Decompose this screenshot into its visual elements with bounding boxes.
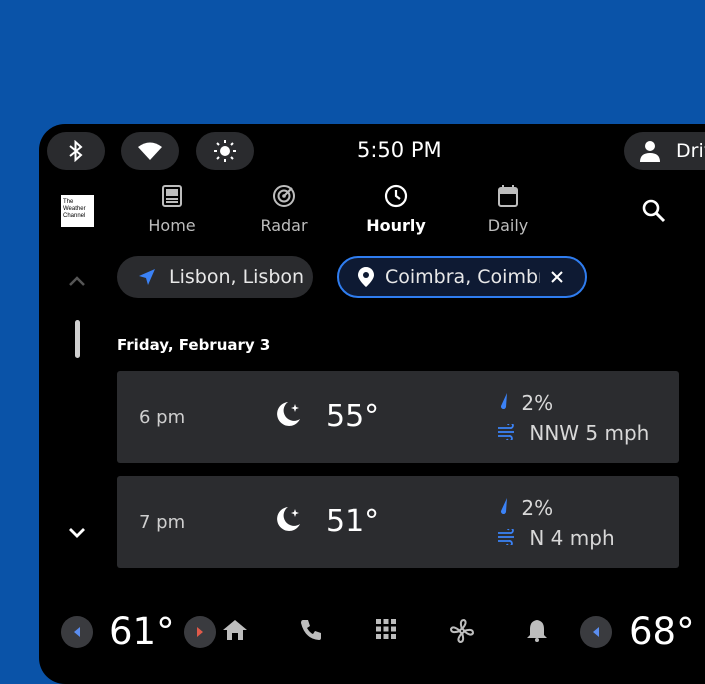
moon-stars-icon — [277, 402, 300, 426]
raindrop-icon — [500, 393, 507, 410]
moon-stars-icon — [277, 507, 300, 531]
tab-hourly-label: Hourly — [366, 216, 426, 235]
search-icon — [642, 199, 666, 223]
tab-radar-label: Radar — [260, 216, 308, 235]
close-icon[interactable] — [550, 270, 564, 284]
chevron-up-icon — [69, 276, 85, 286]
passenger-temp-down-button[interactable] — [580, 616, 612, 648]
precip-value: 2% — [521, 496, 554, 520]
weather-channel-logo: The Weather Channel — [61, 195, 94, 227]
tab-daily-label: Daily — [487, 216, 529, 235]
precip-value: 2% — [521, 391, 554, 415]
wifi-icon — [138, 142, 162, 160]
tab-home-label: Home — [148, 216, 196, 235]
logo-text: The Weather Channel — [63, 199, 86, 219]
driver-temp-up-button[interactable] — [184, 616, 216, 648]
tab-radar[interactable]: Radar — [244, 184, 324, 235]
wind-value: N 4 mph — [529, 526, 615, 550]
app-grid-button[interactable] — [375, 618, 397, 644]
location-chip-lisbon-label: Lisbon, Lisbon — [169, 266, 305, 288]
hourly-row[interactable]: 6 pm 55° 2% NNW 5 mph — [117, 371, 679, 463]
bluetooth-icon — [69, 140, 83, 162]
profile-button[interactable]: Driv — [624, 132, 705, 170]
car-display: 5:50 PM Driv The Weather Channel Home Ra… — [39, 124, 705, 684]
notifications-button[interactable] — [526, 618, 548, 646]
scroll-up-button[interactable] — [67, 274, 87, 292]
left-triangle-icon — [593, 627, 599, 637]
left-triangle-icon — [74, 627, 80, 637]
scrollbar[interactable] — [75, 320, 80, 358]
passenger-temp: 68° — [629, 610, 695, 653]
driver-temp-down-button[interactable] — [61, 616, 93, 648]
precip-line: 2% — [497, 391, 553, 415]
hourly-row[interactable]: 7 pm 51° 2% N 4 mph — [117, 476, 679, 568]
temperature: 51° — [326, 504, 380, 539]
bell-icon — [527, 620, 547, 642]
home-button[interactable] — [222, 618, 248, 646]
tab-home[interactable]: Home — [132, 184, 212, 235]
right-triangle-icon — [197, 627, 203, 637]
profile-label: Driv — [676, 140, 705, 162]
search-button[interactable] — [641, 198, 667, 229]
raindrop-icon — [500, 498, 507, 515]
precip-line: 2% — [497, 496, 553, 520]
location-chip-lisbon[interactable]: Lisbon, Lisbon — [117, 256, 313, 298]
fan-button[interactable] — [449, 618, 475, 648]
person-icon — [640, 141, 660, 162]
clock: 5:50 PM — [357, 138, 442, 162]
wind-line: NNW 5 mph — [497, 421, 649, 445]
brightness-icon — [214, 140, 236, 162]
forecast-date: Friday, February 3 — [117, 336, 271, 354]
bluetooth-button[interactable] — [47, 132, 105, 170]
hour-label: 6 pm — [139, 407, 186, 428]
wind-icon — [498, 422, 514, 442]
phone-icon — [301, 620, 321, 640]
calendar-icon — [498, 185, 518, 207]
clock-icon — [384, 184, 408, 208]
chevron-down-icon — [69, 528, 85, 538]
location-pin-icon — [358, 267, 374, 287]
phone-button[interactable] — [299, 618, 323, 646]
location-chip-coimbra-label: Coimbra, Coimbra — [385, 266, 540, 288]
wind-icon — [498, 527, 514, 547]
navigation-arrow-icon — [139, 269, 155, 285]
fan-icon — [449, 618, 475, 644]
wifi-button[interactable] — [121, 132, 179, 170]
brightness-button[interactable] — [196, 132, 254, 170]
bottom-bar: 61° 68° — [39, 602, 705, 662]
temperature: 55° — [326, 399, 380, 434]
home-tab-icon — [162, 185, 182, 207]
wind-value: NNW 5 mph — [529, 421, 650, 445]
tab-hourly[interactable]: Hourly — [356, 184, 436, 235]
app-grid-icon — [376, 619, 396, 639]
wind-line: N 4 mph — [497, 526, 615, 550]
driver-temp: 61° — [109, 610, 175, 653]
scroll-down-button[interactable] — [67, 526, 87, 544]
home-icon — [223, 620, 247, 640]
radar-icon — [273, 185, 295, 207]
location-chip-coimbra[interactable]: Coimbra, Coimbra — [337, 256, 587, 298]
hour-label: 7 pm — [139, 512, 186, 533]
tab-daily[interactable]: Daily — [468, 184, 548, 235]
